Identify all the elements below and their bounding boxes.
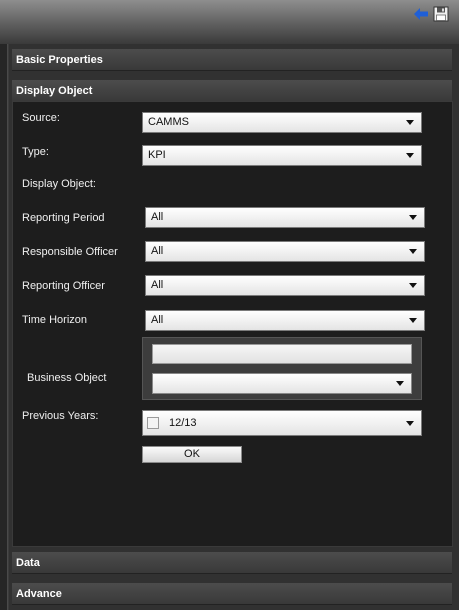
- chevron-down-icon: [409, 283, 417, 288]
- reporting-officer-value: All: [151, 279, 164, 291]
- ok-button[interactable]: OK: [142, 446, 242, 463]
- section-advance[interactable]: Advance: [12, 583, 452, 605]
- section-basic-properties[interactable]: Basic Properties: [12, 49, 452, 71]
- type-select[interactable]: KPI: [142, 145, 422, 166]
- chevron-down-icon: [406, 421, 414, 426]
- reporting-period-select[interactable]: All: [145, 207, 425, 228]
- time-horizon-value: All: [151, 314, 164, 326]
- section-display-object[interactable]: Display Object: [12, 80, 452, 102]
- previous-years-label: Previous Years:: [22, 410, 99, 422]
- previous-years-select[interactable]: 12/13: [142, 410, 422, 436]
- chevron-down-icon: [409, 215, 417, 220]
- section-data[interactable]: Data: [12, 552, 452, 574]
- checkbox[interactable]: [147, 417, 159, 429]
- source-select[interactable]: CAMMS: [142, 112, 422, 133]
- time-horizon-select[interactable]: All: [145, 310, 425, 331]
- business-object-select[interactable]: [152, 373, 412, 394]
- display-object-label: Display Object:: [22, 178, 96, 190]
- time-horizon-label: Time Horizon: [22, 314, 87, 326]
- business-object-label: Business Object: [27, 372, 107, 384]
- type-label: Type:: [22, 146, 49, 158]
- source-label: Source:: [22, 112, 60, 124]
- save-disk-icon[interactable]: [433, 6, 449, 22]
- type-value: KPI: [148, 149, 166, 161]
- reporting-period-value: All: [151, 211, 164, 223]
- previous-years-value: 12/13: [169, 417, 197, 429]
- business-object-group: [142, 337, 422, 400]
- chevron-down-icon: [396, 381, 404, 386]
- top-toolbar: [0, 0, 459, 44]
- chevron-down-icon: [406, 153, 414, 158]
- reporting-officer-select[interactable]: All: [145, 275, 425, 296]
- chevron-down-icon: [409, 318, 417, 323]
- business-object-text-input[interactable]: [152, 344, 412, 364]
- responsible-officer-label: Responsible Officer: [22, 246, 118, 258]
- responsible-officer-value: All: [151, 245, 164, 257]
- reporting-period-label: Reporting Period: [22, 212, 105, 224]
- chevron-down-icon: [409, 249, 417, 254]
- chevron-down-icon: [406, 120, 414, 125]
- reporting-officer-label: Reporting Officer: [22, 280, 105, 292]
- source-value: CAMMS: [148, 116, 189, 128]
- left-collapsed-pane: [0, 44, 8, 610]
- responsible-officer-select[interactable]: All: [145, 241, 425, 262]
- back-arrow-icon[interactable]: [413, 6, 429, 22]
